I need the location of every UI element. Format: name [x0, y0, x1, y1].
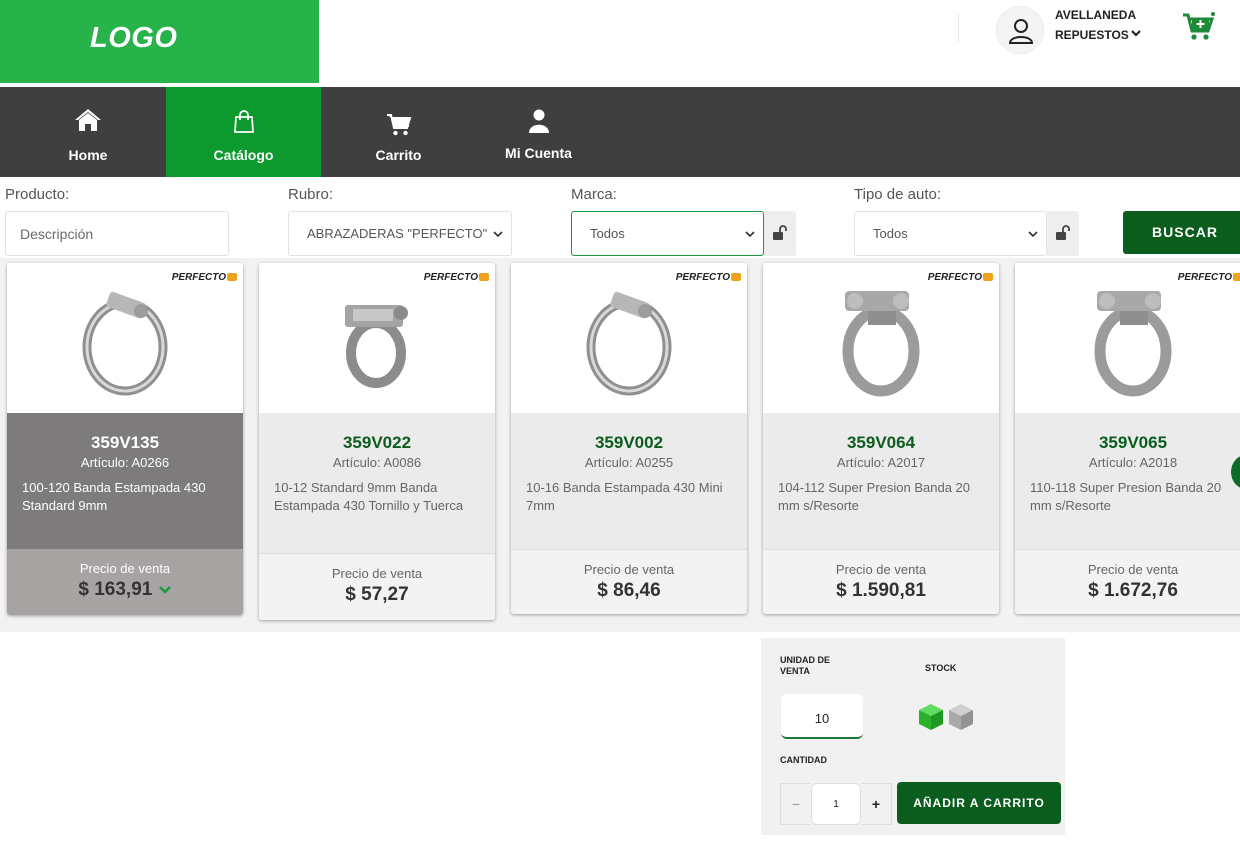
- nav-item-home[interactable]: Home: [10, 87, 166, 177]
- add-to-cart-icon[interactable]: [1182, 12, 1216, 42]
- product-code[interactable]: 359V022: [259, 433, 495, 453]
- chevron-down-icon[interactable]: [158, 584, 172, 596]
- product-card[interactable]: PERFECTO 359V064 Artículo: A2017 104-112…: [763, 263, 999, 614]
- product-image[interactable]: PERFECTO: [7, 263, 243, 413]
- tipo-auto-label: Tipo de auto:: [854, 186, 942, 203]
- super-pressure-clamp-image: [1094, 291, 1172, 397]
- price-area: Precio de venta $ 86,46: [511, 549, 747, 614]
- tipo-auto-select[interactable]: Todos: [854, 211, 1047, 256]
- account-name-line2[interactable]: REPUESTOS: [1055, 28, 1129, 42]
- search-button[interactable]: BUSCAR: [1123, 211, 1240, 254]
- price-label: Precio de venta: [79, 561, 171, 576]
- product-image[interactable]: PERFECTO: [1015, 263, 1240, 413]
- product-card[interactable]: PERFECTO 359V022 Artículo: A0086 10-12 S…: [259, 263, 495, 620]
- nav-label-home: Home: [68, 147, 108, 163]
- product-card[interactable]: PERFECTO 359V065 Artículo: A2018 110-118…: [1015, 263, 1240, 614]
- chevron-down-icon: [493, 231, 503, 238]
- price-label: Precio de venta: [331, 566, 423, 581]
- nav-item-mi-cuenta[interactable]: Mi Cuenta: [476, 87, 601, 177]
- product-article: Artículo: A0255: [584, 455, 674, 470]
- product-description: 10-12 Standard 9mm Banda Estampada 430 T…: [274, 480, 464, 513]
- product-price[interactable]: $ 57,27: [259, 584, 495, 606]
- price-area: Precio de venta $ 1.672,76: [1015, 549, 1240, 614]
- tipo-auto-select-value: Todos: [873, 226, 908, 241]
- marca-select[interactable]: Todos: [571, 211, 764, 256]
- hose-clamp-image: [586, 291, 672, 396]
- price-value: $ 163,91: [78, 579, 153, 600]
- product-card[interactable]: PERFECTO 359V135 Artículo: A0266 100-120…: [7, 263, 243, 615]
- unit-label: UNIDAD DE VENTA: [780, 655, 831, 676]
- product-description: 10-16 Banda Estampada 430 Mini 7mm: [526, 480, 723, 513]
- product-code[interactable]: 359V064: [763, 433, 999, 453]
- nav-label-carrito: Carrito: [375, 147, 422, 163]
- price-area: Precio de venta $ 163,91: [7, 549, 243, 615]
- product-card[interactable]: PERFECTO 359V002 Artículo: A0255 10-16 B…: [511, 263, 747, 614]
- quantity-label: CANTIDAD: [780, 755, 827, 765]
- rubro-select[interactable]: ABRAZADERAS "PERFECTO": [288, 211, 512, 256]
- product-code[interactable]: 359V002: [511, 433, 747, 453]
- marca-lock-button[interactable]: [764, 211, 796, 256]
- add-to-cart-button[interactable]: AÑADIR A CARRITO: [897, 782, 1061, 824]
- add-to-cart-panel: UNIDAD DE VENTA STOCK 10 CANTIDAD − 1 + …: [761, 638, 1065, 835]
- product-price[interactable]: $ 1.590,81: [763, 580, 999, 602]
- unlock-icon: [773, 225, 787, 240]
- unlock-icon: [1056, 225, 1070, 240]
- quantity-input[interactable]: 1: [811, 783, 861, 825]
- logo[interactable]: LOGO: [90, 22, 177, 55]
- hose-clamp-image: [345, 305, 408, 388]
- product-description: 110-118 Super Presion Banda 20 mm s/Reso…: [1030, 480, 1222, 513]
- user-icon: [528, 109, 549, 133]
- price-label: Precio de venta: [835, 562, 927, 577]
- product-description: 104-112 Super Presion Banda 20 mm s/Reso…: [778, 480, 971, 513]
- rubro-label: Rubro:: [288, 186, 334, 203]
- price-label: Precio de venta: [1087, 562, 1179, 577]
- price-label: Precio de venta: [583, 562, 675, 577]
- hose-clamp-image: [82, 291, 168, 396]
- user-outline-icon: [1009, 19, 1033, 44]
- stock-empty-cube-icon: [949, 704, 973, 730]
- quantity-decrease-button[interactable]: −: [780, 783, 811, 825]
- chevron-down-icon: [745, 231, 755, 238]
- product-article: Artículo: A2018: [1088, 455, 1178, 470]
- tipo-auto-lock-button[interactable]: [1047, 211, 1079, 256]
- stock-available-cube-icon: [919, 704, 943, 730]
- cart-icon: [386, 114, 411, 136]
- product-code[interactable]: 359V065: [1015, 433, 1240, 453]
- chevron-down-icon: [1028, 231, 1038, 238]
- nav-label-catalogo: Catálogo: [213, 147, 274, 163]
- product-search-input[interactable]: [5, 211, 229, 256]
- chevron-down-icon[interactable]: [1129, 26, 1143, 40]
- header-divider: [958, 14, 959, 42]
- account-name-line1[interactable]: AVELLANEDA: [1055, 8, 1136, 22]
- product-article: Artículo: A0086: [332, 455, 422, 470]
- unit-value: 10: [781, 694, 863, 739]
- product-image[interactable]: PERFECTO: [511, 263, 747, 413]
- shopping-bag-icon: [233, 110, 254, 133]
- producto-label: Producto:: [5, 186, 70, 203]
- logo-area[interactable]: LOGO: [0, 0, 319, 83]
- nav-label-mi-cuenta: Mi Cuenta: [505, 145, 572, 161]
- stock-label: STOCK: [925, 663, 957, 673]
- price-area: Precio de venta $ 1.590,81: [763, 549, 999, 614]
- product-image[interactable]: PERFECTO: [259, 263, 495, 413]
- avatar[interactable]: [996, 6, 1044, 54]
- rubro-select-value: ABRAZADERAS "PERFECTO": [307, 226, 488, 241]
- price-area: Precio de venta $ 57,27: [259, 553, 495, 620]
- main-navbar: Home Catálogo Carrito Mi Cuenta: [0, 87, 1240, 177]
- home-icon: [75, 109, 101, 131]
- product-price[interactable]: $ 163,91: [7, 579, 243, 601]
- nav-item-catalogo[interactable]: Catálogo: [166, 87, 321, 177]
- product-code[interactable]: 359V135: [7, 433, 243, 453]
- product-article: Artículo: A2017: [836, 455, 926, 470]
- product-description: 100-120 Banda Estampada 430 Standard 9mm: [22, 480, 206, 513]
- marca-select-value: Todos: [590, 226, 625, 241]
- product-image[interactable]: PERFECTO: [763, 263, 999, 413]
- super-pressure-clamp-image: [842, 291, 920, 397]
- product-price[interactable]: $ 86,46: [511, 580, 747, 602]
- product-price[interactable]: $ 1.672,76: [1015, 580, 1240, 602]
- marca-label: Marca:: [571, 186, 617, 203]
- quantity-increase-button[interactable]: +: [861, 783, 892, 825]
- nav-item-carrito[interactable]: Carrito: [321, 87, 476, 177]
- product-article: Artículo: A0266: [80, 455, 170, 470]
